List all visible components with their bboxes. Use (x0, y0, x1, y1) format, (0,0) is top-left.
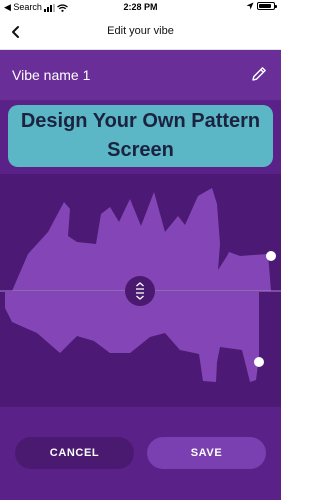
upper-end-handle[interactable] (266, 251, 276, 261)
status-bar: ◀ Search 2:28 PM (0, 0, 281, 16)
navigation-bar: Edit your vibe (0, 16, 281, 50)
lower-pattern-shape[interactable] (5, 292, 259, 382)
split-arrows-icon[interactable] (125, 276, 155, 306)
lower-end-handle[interactable] (254, 357, 264, 367)
overlay-line-2: Screen (107, 139, 174, 161)
overlay-label: Design Your Own Pattern Screen (8, 105, 273, 167)
upper-pattern-shape[interactable] (5, 188, 271, 291)
save-button[interactable]: SAVE (147, 437, 266, 469)
location-icon (246, 2, 254, 10)
page-title: Edit your vibe (107, 25, 174, 37)
battery-icon (257, 2, 277, 10)
pattern-canvas[interactable] (0, 174, 281, 407)
footer: CANCEL SAVE (0, 407, 281, 500)
edit-name-button[interactable] (249, 64, 269, 84)
vibe-name: Vibe name 1 (12, 67, 91, 83)
cancel-button[interactable]: CANCEL (15, 437, 134, 469)
vibe-header: Vibe name 1 (0, 50, 281, 100)
pattern-editor[interactable] (0, 174, 281, 407)
pencil-icon (252, 67, 266, 81)
status-time: 2:28 PM (123, 2, 158, 12)
main-content: Vibe name 1 Design Your Own Pattern Scre… (0, 50, 281, 500)
overlay-line-1: Design Your Own Pattern (20, 110, 261, 132)
status-right (246, 2, 277, 10)
